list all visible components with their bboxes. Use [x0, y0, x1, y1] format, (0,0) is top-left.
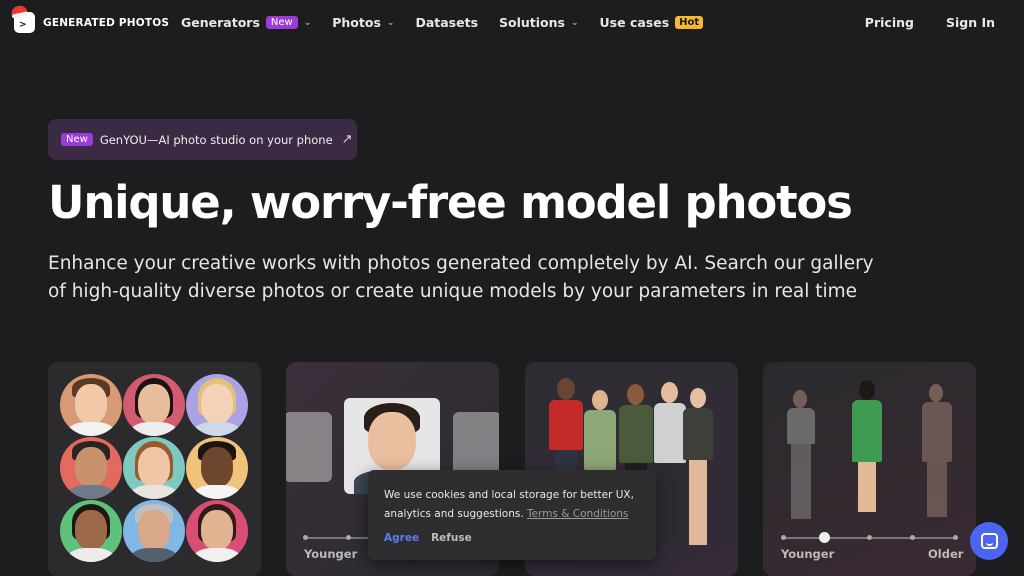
- face-thumbnail: [123, 374, 185, 436]
- hero-subtitle: Enhance your creative works with photos …: [48, 253, 874, 302]
- nav-item-use-cases[interactable]: Use cases Hot: [600, 15, 704, 30]
- chat-button[interactable]: [970, 522, 1008, 560]
- slider-handle[interactable]: [819, 532, 830, 543]
- logo-icon: >: [10, 4, 35, 33]
- nav-item-generators[interactable]: Generators New ⌄: [181, 15, 311, 30]
- slider-label-younger: Younger: [781, 547, 835, 561]
- age-slider[interactable]: [304, 537, 374, 539]
- nav-item-datasets[interactable]: Datasets: [415, 15, 478, 30]
- chevron-down-icon: ⌄: [386, 17, 395, 28]
- full-body-generator-card[interactable]: Younger Older: [763, 362, 976, 576]
- faces-gallery-card[interactable]: [48, 362, 261, 576]
- nav-menu: Generators New ⌄ Photos ⌄ Datasets Solut…: [181, 15, 724, 30]
- arrow-up-right-icon: ↗: [341, 132, 353, 147]
- sign-in-link[interactable]: Sign In: [946, 15, 995, 30]
- brand-logo[interactable]: > GENERATED PHOTOS: [10, 4, 170, 33]
- face-thumbnail: [186, 437, 248, 499]
- nav-right: Pricing Sign In: [865, 15, 995, 30]
- slider-label-older: Older: [928, 547, 964, 561]
- brand-name: GENERATED PHOTOS: [43, 16, 170, 29]
- hero-title: Unique, worry-free model photos: [48, 176, 853, 229]
- top-nav: > GENERATED PHOTOS Generators New ⌄ Phot…: [0, 0, 1024, 48]
- refuse-button[interactable]: Refuse: [431, 532, 472, 544]
- chat-bubble-icon: [980, 533, 998, 549]
- face-thumbnail: [186, 374, 248, 436]
- chevron-down-icon: ⌄: [570, 17, 579, 28]
- face-thumbnail: [60, 437, 122, 499]
- agree-button[interactable]: Agree: [384, 532, 419, 544]
- nav-item-solutions[interactable]: Solutions ⌄: [499, 15, 579, 30]
- new-badge: New: [61, 133, 93, 146]
- pricing-link[interactable]: Pricing: [865, 15, 914, 30]
- promo-text: GenYOU—AI photo studio on your phone: [99, 132, 333, 147]
- genyou-promo-link[interactable]: New GenYOU—AI photo studio on your phone…: [48, 119, 357, 160]
- cookie-text: We use cookies and local storage for bet…: [384, 489, 634, 520]
- face-thumbnail: [123, 500, 185, 562]
- face-thumbnail: [60, 374, 122, 436]
- nav-item-photos[interactable]: Photos ⌄: [332, 15, 394, 30]
- chevron-down-icon: ⌄: [303, 17, 312, 28]
- new-badge: New: [265, 16, 298, 29]
- face-thumbnail: [123, 437, 185, 499]
- face-thumbnail: [186, 500, 248, 562]
- cookie-banner: We use cookies and local storage for bet…: [368, 470, 656, 560]
- face-portrait-side: [286, 412, 332, 482]
- slider-label-younger: Younger: [304, 547, 358, 561]
- face-thumbnail: [60, 500, 122, 562]
- hot-badge: Hot: [675, 16, 704, 29]
- terms-link[interactable]: Terms & Conditions: [527, 508, 628, 520]
